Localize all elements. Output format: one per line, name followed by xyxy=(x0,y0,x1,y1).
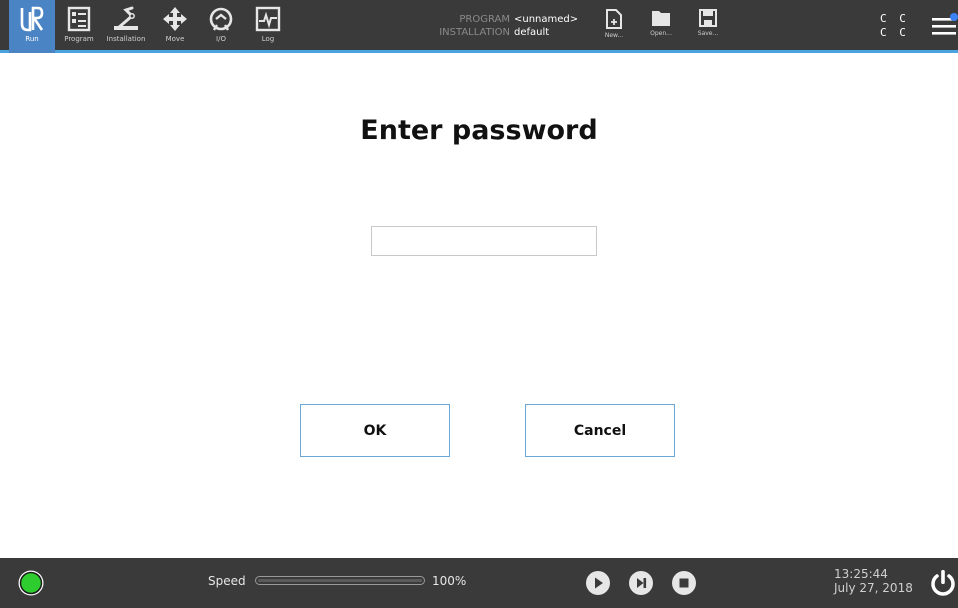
clock: 13:25:44 July 27, 2018 xyxy=(834,567,913,595)
open-label: Open... xyxy=(650,30,672,37)
ur-logo-icon xyxy=(20,6,44,32)
tab-installation[interactable]: Installation xyxy=(103,0,149,53)
tab-log[interactable]: Log xyxy=(245,0,291,53)
password-input[interactable] xyxy=(371,226,597,256)
open-button[interactable]: Open... xyxy=(640,0,682,50)
io-gauge-icon xyxy=(209,7,233,31)
tab-program[interactable]: Program xyxy=(56,0,102,53)
mode-row-2: C C xyxy=(880,26,909,39)
program-icon xyxy=(67,6,91,32)
program-info: PROGRAM <unnamed> INSTALLATION default xyxy=(420,13,590,39)
clock-date: July 27, 2018 xyxy=(834,581,913,595)
ok-button-label: OK xyxy=(363,422,387,439)
page-title: Enter password xyxy=(360,115,598,146)
ok-button[interactable]: OK xyxy=(300,404,450,457)
tab-log-label: Log xyxy=(261,35,275,43)
installation-name: default xyxy=(514,27,550,38)
stop-button[interactable] xyxy=(671,570,697,596)
speed-slider[interactable] xyxy=(255,576,425,585)
move-arrows-icon xyxy=(163,7,187,31)
new-button[interactable]: New... xyxy=(593,0,635,50)
mode-indicator: C C C C xyxy=(880,12,914,40)
power-icon xyxy=(931,570,955,596)
installation-key: INSTALLATION xyxy=(439,27,510,38)
program-name: <unnamed> xyxy=(514,14,579,25)
new-file-icon xyxy=(606,9,622,29)
step-forward-icon xyxy=(629,571,653,595)
save-label: Save... xyxy=(697,30,719,37)
save-disk-icon xyxy=(699,9,717,27)
robot-status-button[interactable] xyxy=(17,569,45,597)
play-button[interactable] xyxy=(585,570,611,596)
speed-value: 100% xyxy=(432,574,467,588)
hamburger-menu-icon xyxy=(932,13,958,35)
status-indicator-icon xyxy=(18,570,44,596)
robot-arm-icon xyxy=(114,6,138,30)
speed-slider-fill xyxy=(258,579,422,582)
tab-run-label: Run xyxy=(25,35,39,43)
folder-icon xyxy=(652,11,670,26)
mode-row-1: C C xyxy=(880,12,909,25)
bottom-bar: Speed 100% 13:25:44 July 27, 2018 xyxy=(0,558,958,608)
tab-move-label: Move xyxy=(165,35,185,43)
log-pulse-icon xyxy=(255,6,281,32)
speed-label: Speed xyxy=(208,574,246,588)
tab-io-label: I/O xyxy=(216,35,226,43)
cancel-button[interactable]: Cancel xyxy=(525,404,675,457)
clock-time: 13:25:44 xyxy=(834,567,888,581)
stop-icon xyxy=(672,571,696,595)
step-button[interactable] xyxy=(628,570,654,596)
program-key: PROGRAM xyxy=(459,14,510,25)
tab-program-label: Program xyxy=(64,35,94,43)
save-button[interactable]: Save... xyxy=(687,0,729,50)
power-button[interactable] xyxy=(928,568,958,598)
tab-run[interactable]: Run xyxy=(9,0,55,53)
menu-button[interactable] xyxy=(930,12,958,40)
play-icon xyxy=(586,571,610,595)
cancel-button-label: Cancel xyxy=(573,422,627,439)
tab-move[interactable]: Move xyxy=(152,0,198,53)
new-label: New... xyxy=(604,32,624,39)
tab-io[interactable]: I/O xyxy=(198,0,244,53)
tab-installation-label: Installation xyxy=(106,35,146,43)
top-bar: Run Program Installation Move I/O Log PR… xyxy=(0,0,958,53)
